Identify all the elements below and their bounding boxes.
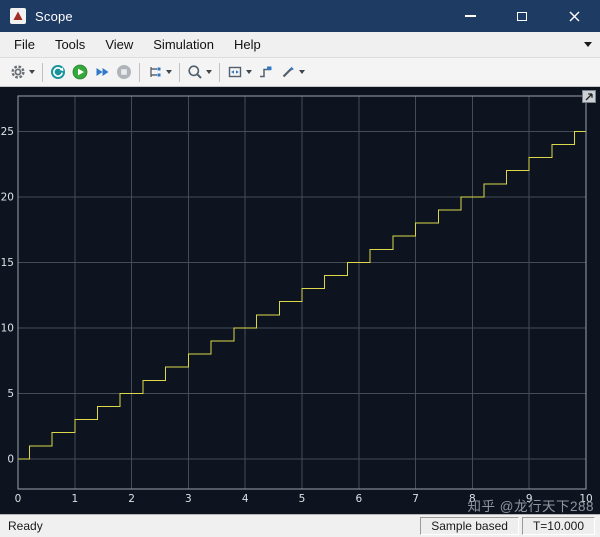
signal-selector-dropdown-icon [166, 70, 172, 74]
svg-text:1: 1 [71, 493, 78, 505]
menu-file[interactable]: File [4, 33, 45, 56]
svg-text:15: 15 [1, 257, 14, 269]
sample-mode-panel: Sample based [420, 517, 519, 535]
maximize-button[interactable] [496, 0, 548, 32]
status-text: Ready [8, 519, 43, 533]
svg-text:5: 5 [299, 493, 306, 505]
run-button[interactable] [69, 60, 91, 84]
maximize-icon [517, 11, 527, 21]
svg-text:25: 25 [1, 126, 14, 138]
fit-to-view-button[interactable] [224, 60, 255, 84]
svg-text:0: 0 [15, 493, 22, 505]
settings-button[interactable] [7, 60, 38, 84]
toolbar-separator [179, 62, 180, 82]
svg-text:4: 4 [242, 493, 249, 505]
signal-selector-icon [150, 67, 161, 77]
toolbar [0, 58, 600, 87]
step-forward-button[interactable] [91, 60, 113, 84]
toolbar-separator [219, 62, 220, 82]
minimize-button[interactable] [444, 0, 496, 32]
maximize-axes-icon [585, 93, 593, 101]
svg-text:2: 2 [128, 493, 135, 505]
settings-gear-icon [11, 65, 25, 79]
close-icon [569, 11, 579, 21]
zoom-button[interactable] [184, 60, 215, 84]
signal-selector-button[interactable] [144, 60, 175, 84]
maximize-axes-button[interactable] [582, 90, 596, 103]
scope-app-icon [10, 8, 26, 24]
step-forward-icon [96, 68, 109, 76]
close-button[interactable] [548, 0, 600, 32]
circular-arrow-button[interactable] [47, 60, 69, 84]
trigger-button[interactable] [255, 60, 277, 84]
svg-text:3: 3 [185, 493, 192, 505]
sim-time-panel: T=10.000 [521, 517, 595, 535]
status-bar: Ready Sample based T=10.000 [0, 514, 600, 537]
menu-tools[interactable]: Tools [45, 33, 95, 56]
menu-overflow-icon[interactable] [584, 42, 592, 47]
settings-dropdown-icon [29, 70, 35, 74]
circular-arrow-icon [51, 65, 65, 79]
menu-view[interactable]: View [95, 33, 143, 56]
title-bar: Scope [0, 0, 600, 32]
measurements-dropdown-icon [299, 70, 305, 74]
menu-bar: File Tools View Simulation Help [0, 32, 600, 58]
status-panels: Sample based T=10.000 [420, 517, 595, 535]
scope-window: Scope File Tools View Simulation Help 0 … [0, 0, 600, 537]
menu-simulation[interactable]: Simulation [143, 33, 224, 56]
minimize-icon [464, 15, 476, 17]
stop-button[interactable] [113, 60, 135, 84]
svg-text:6: 6 [355, 493, 362, 505]
zoom-dropdown-icon [206, 70, 212, 74]
watermark: 知乎 @龙行天下288 [467, 499, 594, 514]
measurements-button[interactable] [277, 60, 308, 84]
toolbar-separator [139, 62, 140, 82]
window-title: Scope [35, 8, 73, 24]
run-icon [72, 64, 88, 80]
measurements-icon [282, 66, 294, 78]
svg-text:0: 0 [7, 453, 14, 465]
zoom-icon [188, 65, 202, 79]
stop-icon [117, 65, 131, 79]
scope-plot[interactable]: 0 1 2 3 4 5 6 7 8 9 100510152025 [0, 87, 600, 514]
fit-to-view-icon [228, 66, 242, 78]
menu-help[interactable]: Help [224, 33, 271, 56]
plot-area[interactable]: 0 1 2 3 4 5 6 7 8 9 10 0 5 10 15 20 25 知乎 @龙行天下288 [0, 87, 600, 514]
svg-text:7: 7 [412, 493, 419, 505]
trigger-icon [260, 66, 272, 78]
window-controls [444, 0, 600, 32]
toolbar-separator [42, 62, 43, 82]
svg-text:5: 5 [7, 388, 14, 400]
svg-text:20: 20 [1, 191, 14, 203]
svg-text:10: 10 [1, 322, 14, 334]
fit-to-view-dropdown-icon [246, 70, 252, 74]
